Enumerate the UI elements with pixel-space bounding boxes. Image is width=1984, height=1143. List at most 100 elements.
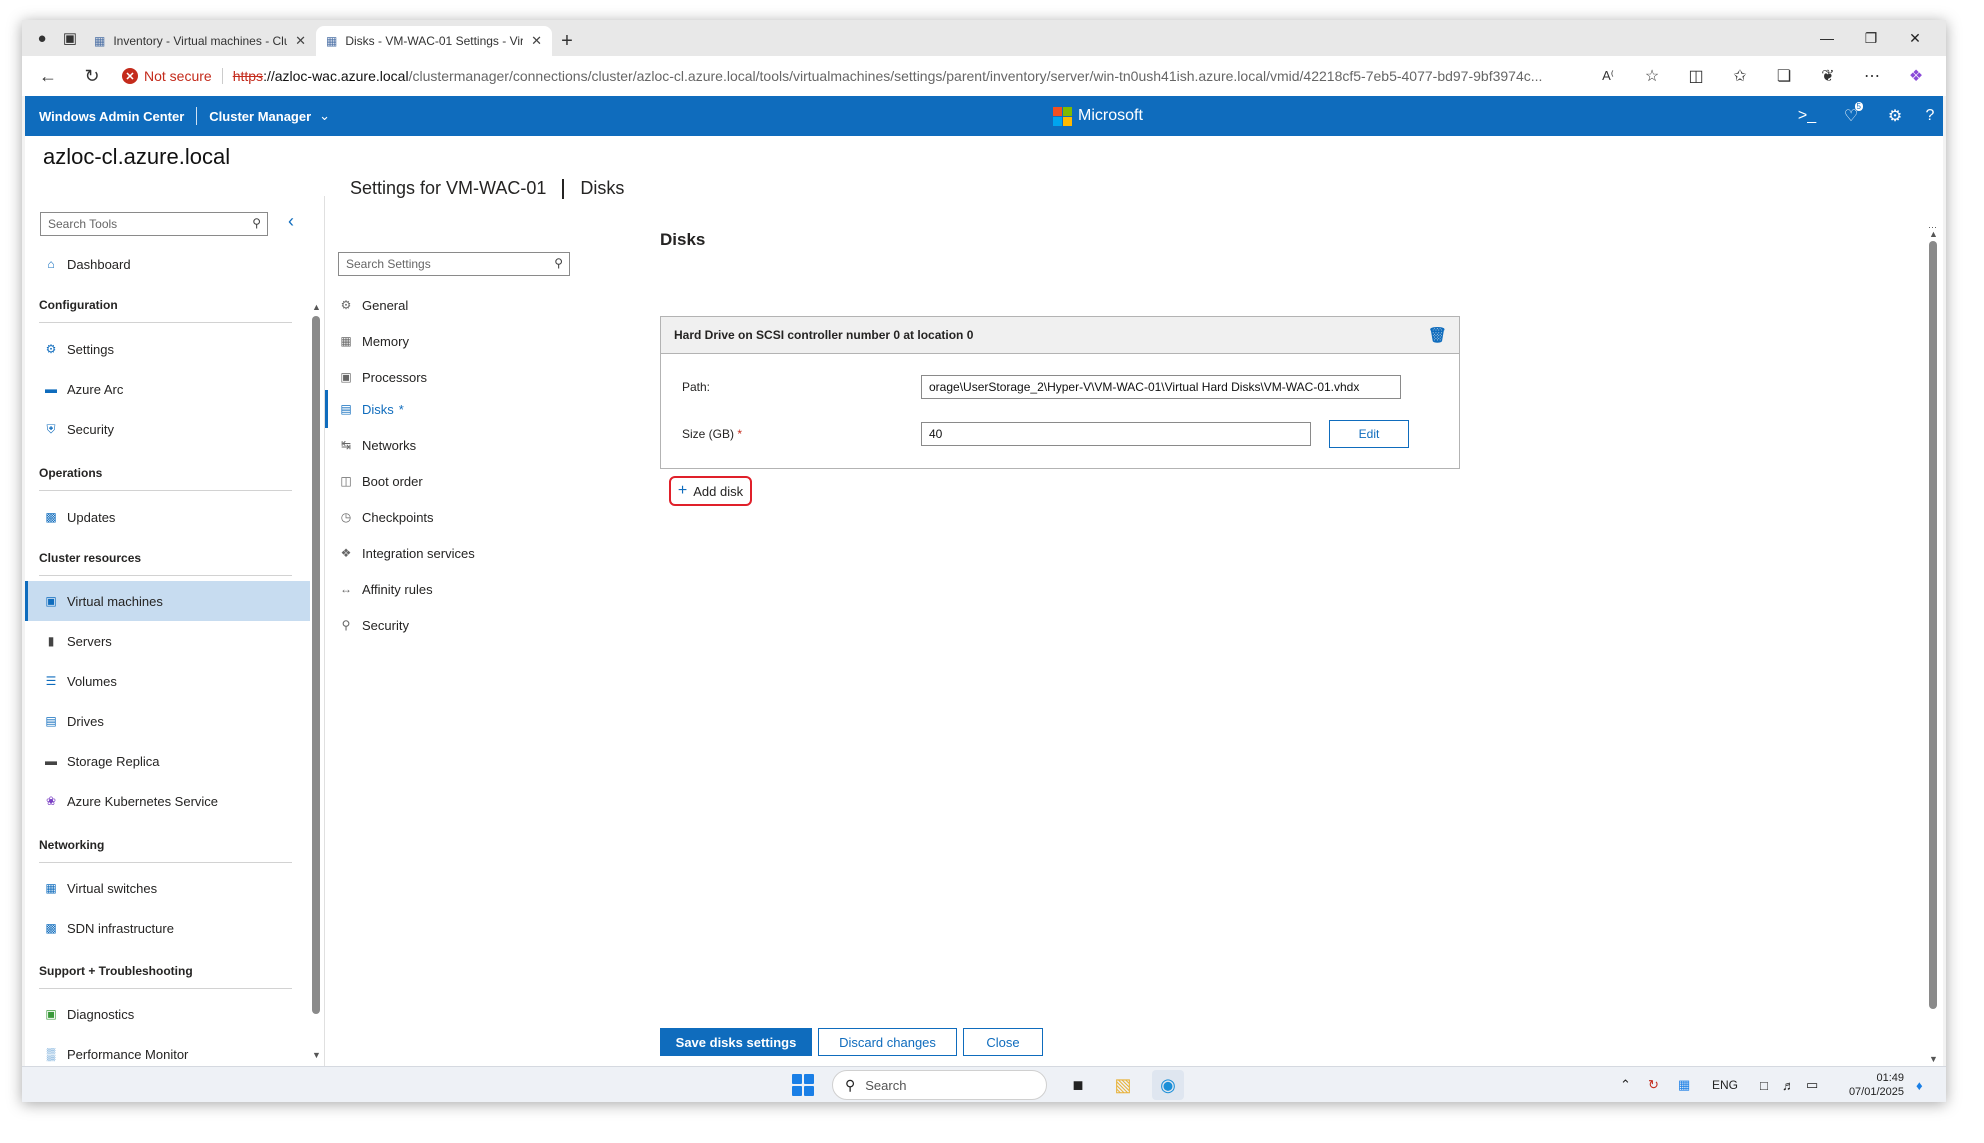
nav-label: Drives: [67, 713, 104, 729]
powershell-icon[interactable]: >_: [1787, 96, 1827, 136]
taskbar-search-input[interactable]: ⚲ Search: [832, 1070, 1047, 1100]
product-name[interactable]: Windows Admin Center: [39, 109, 184, 124]
windows-start-icon[interactable]: [792, 1074, 814, 1096]
address-bar: ← ↻ ✕ Not secure https ://azloc-wac.azur…: [22, 56, 1946, 96]
settings-item-security[interactable]: ⚲ Security: [339, 608, 409, 642]
collections-icon[interactable]: ❏: [1762, 56, 1806, 96]
tab-disks[interactable]: ▦ Disks - VM-WAC-01 Settings - Vir ✕: [316, 26, 552, 56]
nav-item-drives[interactable]: ▤ Drives: [25, 701, 310, 741]
nav-item-dashboard[interactable]: ⌂ Dashboard: [25, 244, 310, 284]
close-icon[interactable]: ✕: [295, 33, 306, 49]
nav-item-settings[interactable]: ⚙ Settings: [25, 329, 310, 369]
taskbar-clock[interactable]: 01:49 07/01/2025: [1832, 1071, 1904, 1099]
discard-changes-button[interactable]: Discard changes: [818, 1028, 957, 1056]
nav-label: Virtual switches: [67, 880, 158, 896]
search-tools-input[interactable]: Search Tools ⚲: [40, 212, 268, 236]
edit-size-button[interactable]: Edit: [1329, 420, 1409, 448]
close-button[interactable]: Close: [963, 1028, 1043, 1056]
search-settings-input[interactable]: Search Settings ⚲: [338, 252, 570, 276]
add-disk-button[interactable]: + Add disk: [669, 476, 752, 506]
context-switcher[interactable]: Cluster Manager: [209, 109, 311, 124]
edge-browser-icon[interactable]: ◉: [1152, 1070, 1184, 1100]
settings-item-affinity[interactable]: ↔ Affinity rules: [339, 572, 433, 606]
notification-center-icon[interactable]: ♦: [1916, 1067, 1923, 1102]
settings-item-disks[interactable]: ▤ Disks *: [339, 392, 404, 426]
favorites-icon[interactable]: ✩: [1718, 56, 1762, 96]
tab-actions-icon[interactable]: ▣: [56, 20, 84, 56]
nav-item-virtual-switches[interactable]: ▦ Virtual switches: [25, 868, 310, 908]
tray-overflow-icon[interactable]: ⌃: [1620, 1067, 1631, 1102]
path-input[interactable]: orage\UserStorage_2\Hyper-V\VM-WAC-01\Vi…: [921, 375, 1401, 399]
favorite-star-icon[interactable]: ☆: [1630, 56, 1674, 96]
nav-item-sdn[interactable]: ▩ SDN infrastructure: [25, 908, 310, 948]
settings-item-general[interactable]: ⚙ General: [339, 288, 409, 322]
scroll-down-arrow-icon[interactable]: ▼: [1929, 1054, 1938, 1064]
collapse-nav-icon[interactable]: ‹: [288, 211, 294, 232]
split-screen-icon[interactable]: ◫: [1674, 56, 1718, 96]
settings-item-boot-order[interactable]: ◫ Boot order: [339, 464, 422, 498]
settings-header: Settings for VM-WAC-01 Disks: [350, 178, 624, 199]
task-view-icon[interactable]: ■: [1062, 1070, 1094, 1100]
nav-item-storage-replica[interactable]: ▬ Storage Replica: [25, 741, 310, 781]
settings-item-processors[interactable]: ▣ Processors: [339, 360, 427, 394]
scroll-up-arrow-icon[interactable]: ▲: [312, 302, 321, 312]
new-tab-button[interactable]: +: [552, 26, 582, 56]
size-input[interactable]: 40: [921, 422, 1311, 446]
delete-trash-icon[interactable]: 🗑: [1428, 326, 1447, 344]
close-icon[interactable]: ✕: [531, 33, 542, 49]
settings-item-memory[interactable]: ▦ Memory: [339, 324, 409, 358]
read-aloud-icon[interactable]: A⁽: [1586, 56, 1630, 96]
extensions-icon[interactable]: ❦: [1806, 56, 1850, 96]
nav-item-azure-arc[interactable]: ▬ Azure Arc: [25, 369, 310, 409]
help-icon[interactable]: ?: [1917, 96, 1943, 136]
save-disks-button[interactable]: Save disks settings: [660, 1028, 812, 1056]
scroll-down-arrow-icon[interactable]: ▼: [312, 1050, 321, 1060]
language-indicator[interactable]: ENG: [1712, 1067, 1738, 1102]
notifications-bell-icon[interactable]: ♡ 5: [1831, 96, 1871, 136]
minimize-button[interactable]: —: [1804, 20, 1850, 56]
copilot-icon[interactable]: ❖: [1894, 56, 1938, 96]
profile-icon[interactable]: ●: [28, 20, 56, 56]
settings-item-checkpoints[interactable]: ◷ Checkpoints: [339, 500, 434, 534]
tab-inventory[interactable]: ▦ Inventory - Virtual machines - Clu ✕: [84, 26, 316, 56]
nav-label: Azure Arc: [67, 381, 124, 397]
app-header: Windows Admin Center Cluster Manager ⌄ M…: [25, 96, 1943, 136]
search-tools-placeholder: Search Tools: [48, 217, 118, 231]
gear-icon[interactable]: ⚙: [1875, 96, 1915, 136]
nav-item-aks[interactable]: ❀ Azure Kubernetes Service: [25, 781, 310, 821]
security-indicator[interactable]: ✕ Not secure: [122, 68, 223, 84]
processor-icon: ▣: [340, 370, 352, 384]
scroll-up-arrow-icon[interactable]: ▲: [1929, 229, 1938, 239]
sync-alert-icon[interactable]: ↻: [1648, 1067, 1659, 1102]
settings-item-integration[interactable]: ❖ Integration services: [339, 536, 475, 570]
tab-label: Inventory - Virtual machines - Clu: [113, 34, 288, 48]
nav-item-servers[interactable]: ▮ Servers: [25, 621, 310, 661]
file-explorer-icon[interactable]: ▧: [1107, 1070, 1139, 1100]
nav-item-security[interactable]: ⛨ Security: [25, 409, 310, 449]
back-button[interactable]: ←: [26, 56, 70, 96]
chevron-down-icon[interactable]: ⌄: [319, 108, 330, 124]
restore-button[interactable]: ❐: [1848, 20, 1894, 56]
content-scrollbar[interactable]: [1929, 241, 1937, 1009]
gear-icon: ⚙: [45, 342, 57, 356]
disk-card-title: Hard Drive on SCSI controller number 0 a…: [674, 328, 974, 342]
volume-icon[interactable]: ♬: [1782, 1067, 1795, 1102]
display-icon[interactable]: □: [1760, 1067, 1768, 1102]
nav-item-updates[interactable]: ▩ Updates: [25, 497, 310, 537]
nav-item-volumes[interactable]: ☰ Volumes: [25, 661, 310, 701]
refresh-button[interactable]: ↻: [70, 56, 114, 96]
battery-icon[interactable]: ▭: [1806, 1067, 1818, 1102]
settings-item-networks[interactable]: ↹ Networks: [339, 428, 416, 462]
left-nav-scrollbar[interactable]: [312, 316, 320, 1014]
nav-item-virtual-machines[interactable]: ▣ Virtual machines: [25, 581, 310, 621]
nav-label: Settings: [67, 341, 114, 357]
more-icon[interactable]: ⋯: [1850, 56, 1894, 96]
nav-item-diagnostics[interactable]: ▣ Diagnostics: [25, 994, 310, 1034]
network-tray-icon[interactable]: ▦: [1678, 1067, 1690, 1102]
url-field[interactable]: ✕ Not secure https ://azloc-wac.azure.lo…: [122, 62, 1586, 90]
window-close-button[interactable]: ✕: [1892, 20, 1938, 56]
security-label: Not secure: [144, 68, 212, 84]
gear-icon: ⚙: [340, 298, 352, 312]
clock-time: 01:49: [1876, 1072, 1904, 1084]
volumes-icon: ☰: [45, 674, 57, 688]
